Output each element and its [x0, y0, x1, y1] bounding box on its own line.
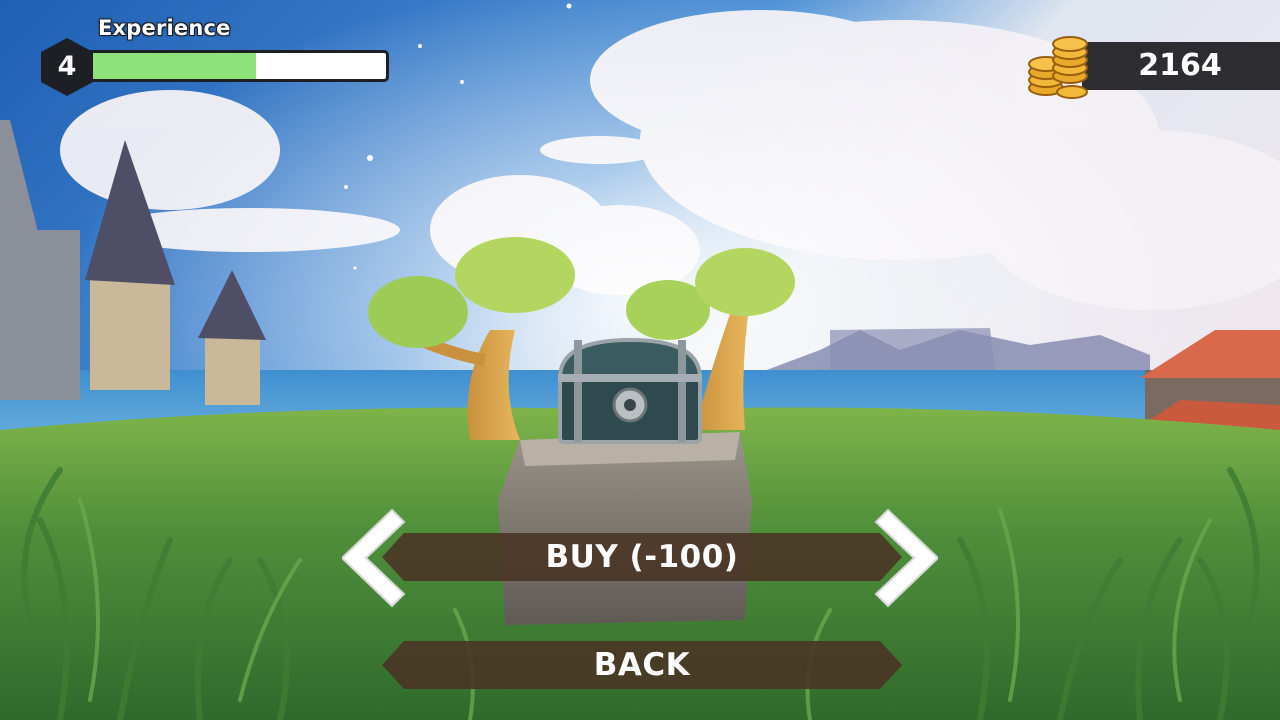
experience-label: Experience: [98, 16, 231, 40]
treasure-chest: [557, 337, 703, 444]
experience-bar-fill: [83, 53, 256, 79]
buy-button-label: BUY (-100): [545, 539, 739, 575]
game-scene: Experience 4 2164 BUY (-100) BACK: [0, 0, 1280, 720]
back-button-label: BACK: [593, 647, 691, 683]
level-number: 4: [57, 51, 77, 82]
buy-button[interactable]: BUY (-100): [382, 533, 902, 581]
experience-bar: [80, 50, 389, 82]
coin-stack-icon: [1028, 36, 1088, 99]
coin-amount: 2164: [1138, 48, 1222, 83]
back-button[interactable]: BACK: [382, 641, 902, 689]
background-landscape: [0, 0, 1280, 720]
